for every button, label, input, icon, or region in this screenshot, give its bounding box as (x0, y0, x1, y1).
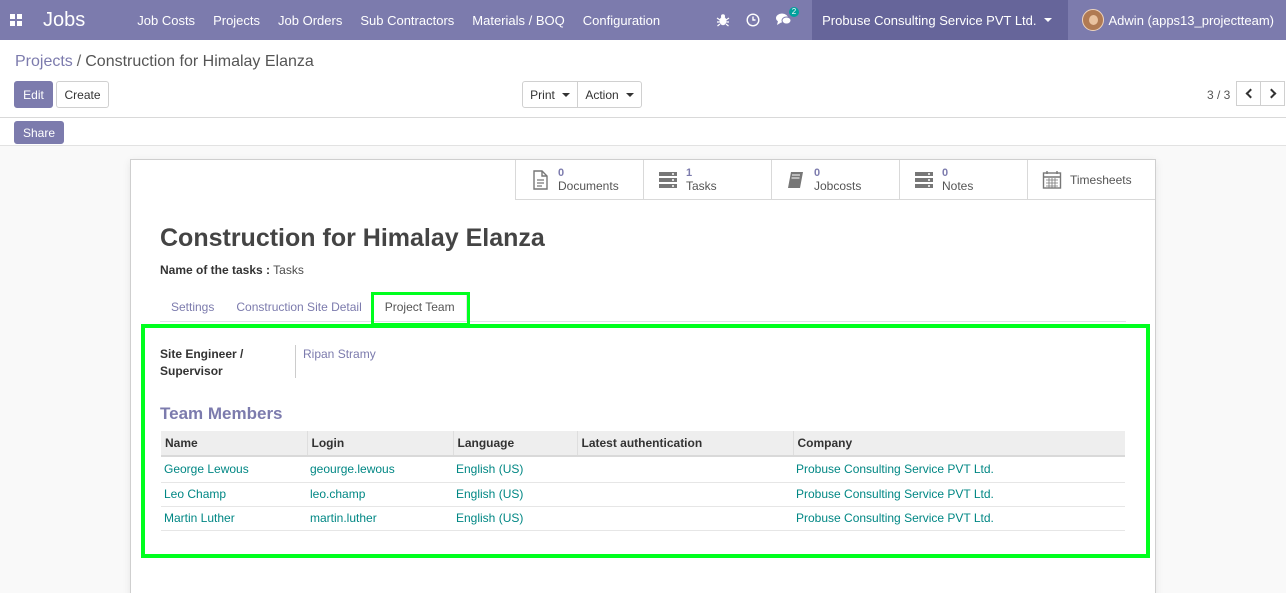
timesheets-button[interactable]: Timesheets (1027, 160, 1155, 200)
notes-icon (915, 172, 933, 188)
menu-configuration[interactable]: Configuration (583, 13, 660, 28)
cell-name[interactable]: Leo Champ (161, 482, 307, 507)
apps-grid-icon[interactable] (10, 14, 22, 26)
book-icon (788, 172, 803, 188)
bug-icon[interactable] (716, 13, 730, 27)
notes-label: Notes (942, 179, 974, 193)
notebook-tabs: Settings Construction Site Detail Projec… (160, 294, 1126, 322)
cell-company[interactable]: Probuse Consulting Service PVT Ltd. (793, 482, 1125, 507)
cell-company[interactable]: Probuse Consulting Service PVT Ltd. (793, 506, 1125, 531)
site-engineer-label: Site Engineer / Supervisor (160, 347, 244, 378)
pager-previous-button[interactable] (1236, 81, 1261, 106)
cell-login[interactable]: geourge.lewous (307, 456, 453, 483)
jobcosts-button[interactable]: 0 Jobcosts (771, 160, 899, 200)
avatar (1081, 9, 1104, 31)
caret-down-icon (625, 92, 634, 97)
caret-down-icon (561, 92, 570, 97)
document-icon (533, 170, 548, 190)
team-members-title: Team Members (160, 404, 283, 423)
systray: 2 Probuse Consulting Service PVT Ltd. Ad… (716, 0, 1286, 40)
share-bar: Share (0, 118, 1286, 146)
table-row[interactable]: Leo Champ leo.champ English (US) Probuse… (161, 482, 1125, 507)
team-members-table: Name Login Language Latest authenticatio… (161, 431, 1125, 531)
column-latest-authentication[interactable]: Latest authentication (576, 431, 793, 457)
calendar-icon (1042, 171, 1062, 189)
table-header-row: Name Login Language Latest authenticatio… (161, 431, 1125, 457)
top-navbar: Jobs Job Costs Projects Job Orders Sub C… (0, 0, 1286, 40)
smart-buttons: 0 Documents 1 Tasks 0 Jobcosts 0 Notes Times… (515, 160, 1155, 200)
timesheets-label: Timesheets (1070, 172, 1132, 187)
clock-icon[interactable] (746, 13, 760, 27)
main-menu: Job Costs Projects Job Orders Sub Contra… (137, 13, 678, 28)
tab-settings[interactable]: Settings (160, 294, 225, 321)
cell-latest-authentication[interactable] (577, 506, 793, 531)
chevron-left-icon (1245, 88, 1255, 99)
task-name-label: Name of the tasks : (160, 263, 271, 277)
cell-language[interactable]: English (US) (453, 506, 577, 531)
tasks-stat: 1 Tasks (686, 167, 717, 193)
print-label: Print (530, 87, 555, 102)
cell-language[interactable]: English (US) (453, 482, 577, 507)
chevron-right-icon (1266, 88, 1276, 99)
field-separator (295, 345, 296, 378)
caret-down-icon (1043, 18, 1052, 22)
user-menu[interactable]: Adwin (apps13_projectteam) (1068, 9, 1286, 31)
action-label: Action (585, 87, 619, 102)
cell-login[interactable]: martin.luther (307, 506, 453, 531)
timesheets-stat: Timesheets (1070, 172, 1132, 187)
menu-sub-contractors[interactable]: Sub Contractors (360, 13, 454, 28)
menu-projects[interactable]: Projects (213, 13, 260, 28)
cell-company[interactable]: Probuse Consulting Service PVT Ltd. (793, 456, 1125, 483)
company-switcher[interactable]: Probuse Consulting Service PVT Ltd. (812, 0, 1068, 40)
column-language[interactable]: Language (452, 431, 577, 457)
task-name-value: Tasks (273, 263, 304, 277)
tasks-button[interactable]: 1 Tasks (643, 160, 771, 200)
documents-label: Documents (558, 179, 619, 193)
jobcosts-label: Jobcosts (814, 179, 862, 193)
cell-latest-authentication[interactable] (577, 456, 793, 483)
share-button[interactable]: Share (14, 121, 64, 144)
chat-badge: 2 (788, 7, 800, 17)
tasks-label: Tasks (686, 179, 717, 193)
breadcrumb-projects[interactable]: Projects (15, 53, 73, 70)
task-name-field: Name of the tasks : Tasks (160, 263, 304, 277)
tasks-icon (659, 172, 677, 188)
table-row[interactable]: George Lewous geourge.lewous English (US… (161, 456, 1125, 483)
chat-icon[interactable]: 2 (776, 7, 800, 27)
column-name[interactable]: Name (161, 431, 307, 457)
control-panel: Projects / Construction for Himalay Elanza… (0, 40, 1286, 118)
create-button[interactable]: Create (56, 81, 109, 108)
site-engineer-value[interactable]: Ripan Stramy (303, 347, 376, 361)
cell-login[interactable]: leo.champ (307, 482, 453, 507)
column-company[interactable]: Company (792, 431, 1125, 457)
menu-job-orders[interactable]: Job Orders (278, 13, 342, 28)
print-dropdown[interactable]: Print (522, 81, 578, 108)
tab-construction-site-detail[interactable]: Construction Site Detail (225, 294, 372, 321)
menu-job-costs[interactable]: Job Costs (137, 13, 195, 28)
documents-button[interactable]: 0 Documents (515, 160, 643, 200)
pager-next-button[interactable] (1260, 81, 1285, 106)
cell-name[interactable]: Martin Luther (161, 506, 307, 531)
record-title: Construction for Himalay Elanza (160, 224, 545, 252)
notes-button[interactable]: 0 Notes (899, 160, 1027, 200)
breadcrumb: Projects / Construction for Himalay Elanza (15, 53, 314, 71)
table-row[interactable]: Martin Luther martin.luther English (US)… (161, 506, 1125, 531)
company-name: Probuse Consulting Service PVT Ltd. (822, 12, 1037, 28)
notes-stat: 0 Notes (942, 167, 973, 193)
column-login[interactable]: Login (306, 431, 453, 457)
breadcrumb-current: Construction for Himalay Elanza (85, 53, 314, 70)
cell-name[interactable]: George Lewous (161, 456, 307, 483)
user-name: Adwin (apps13_projectteam) (1108, 12, 1274, 28)
tab-project-team[interactable]: Project Team (372, 294, 467, 321)
jobcosts-stat: 0 Jobcosts (814, 167, 861, 193)
cell-latest-authentication[interactable] (577, 482, 793, 507)
app-name[interactable]: Jobs (43, 9, 85, 32)
pager-value[interactable]: 3 / 3 (1207, 88, 1230, 102)
menu-materials-boq[interactable]: Materials / BOQ (472, 13, 564, 28)
edit-button[interactable]: Edit (14, 81, 53, 108)
breadcrumb-separator: / (76, 53, 82, 70)
action-dropdown[interactable]: Action (577, 81, 642, 108)
cell-language[interactable]: English (US) (453, 456, 577, 483)
documents-stat: 0 Documents (558, 167, 619, 193)
